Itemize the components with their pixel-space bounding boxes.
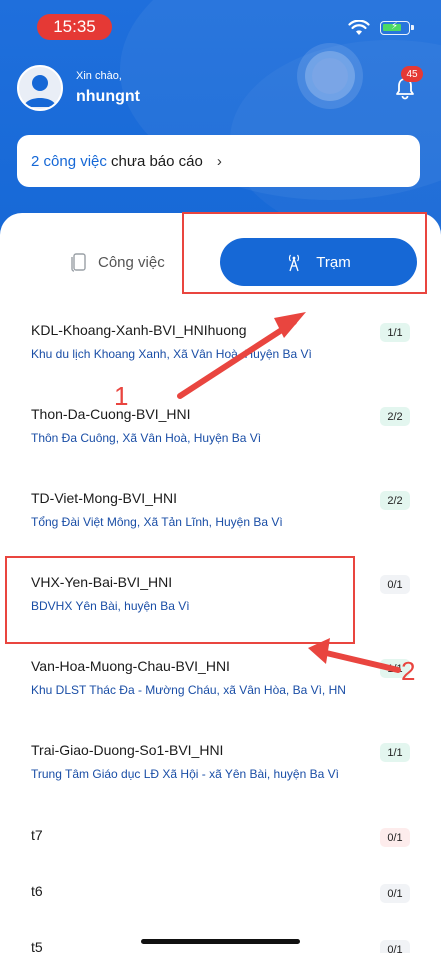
unreported-jobs-card[interactable]: 2 công việc chưa báo cáo › [17, 135, 420, 187]
station-progress-badge: 1/1 [380, 743, 410, 762]
station-progress-badge: 2/2 [380, 491, 410, 510]
station-address: Trung Tâm Giáo dục LĐ Xã Hội - xã Yên Bà… [31, 767, 339, 781]
station-address: Tổng Đài Việt Mông, Xã Tản Lĩnh, Huyện B… [31, 515, 283, 529]
document-icon [71, 253, 86, 272]
annotation-box-row [5, 556, 355, 644]
status-bar: 15:35 ⚡ [0, 0, 441, 48]
battery-icon: ⚡ [380, 21, 414, 35]
center-action-button[interactable] [297, 43, 363, 109]
station-title: Thon-Da-Cuong-BVI_HNI [31, 406, 191, 422]
annotation-label-2: 2 [401, 656, 416, 686]
tab-jobs[interactable]: Công việc [68, 250, 165, 274]
notification-badge: 45 [401, 66, 423, 82]
status-time: 15:35 [37, 14, 112, 40]
avatar[interactable] [17, 65, 63, 111]
unreported-count: 2 công việc [31, 152, 107, 170]
station-title: t6 [31, 883, 43, 899]
chevron-right-icon: › [216, 152, 222, 170]
station-progress-badge: 0/1 [380, 828, 410, 847]
username: nhungnt [76, 88, 140, 105]
station-title: TD-Viet-Mong-BVI_HNI [31, 490, 178, 506]
station-title: KDL-Khoang-Xanh-BVI_HNIhuong [31, 322, 247, 338]
home-indicator [141, 939, 300, 944]
tab-jobs-label: Công việc [98, 253, 165, 271]
annotation-box-tab [182, 212, 427, 294]
station-progress-badge: 0/1 [380, 884, 410, 903]
station-progress-badge: 1/1 [380, 323, 410, 342]
station-address: Khu du lịch Khoang Xanh, Xã Vân Hoà, Huy… [31, 347, 312, 361]
station-progress-badge: 0/1 [380, 575, 410, 594]
station-address: Thôn Đa Cuông, Xã Vân Hoà, Huyện Ba Vì [31, 431, 262, 445]
station-title: Trai-Giao-Duong-So1-BVI_HNI [31, 742, 224, 758]
unreported-label: chưa báo cáo [106, 152, 203, 170]
station-progress-badge: 2/2 [380, 407, 410, 426]
station-title: Van-Hoa-Muong-Chau-BVI_HNI [31, 658, 230, 674]
station-address: Khu DLST Thác Đa - Mường Cháu, xã Vân Hò… [31, 683, 346, 697]
user-icon [24, 75, 56, 107]
station-progress-badge: 0/1 [380, 940, 410, 953]
annotation-label-1: 1 [114, 381, 129, 411]
greeting-text: Xin chào, [76, 70, 122, 82]
station-title: t7 [31, 827, 43, 843]
wifi-icon [348, 20, 370, 35]
station-title: t5 [31, 939, 43, 953]
